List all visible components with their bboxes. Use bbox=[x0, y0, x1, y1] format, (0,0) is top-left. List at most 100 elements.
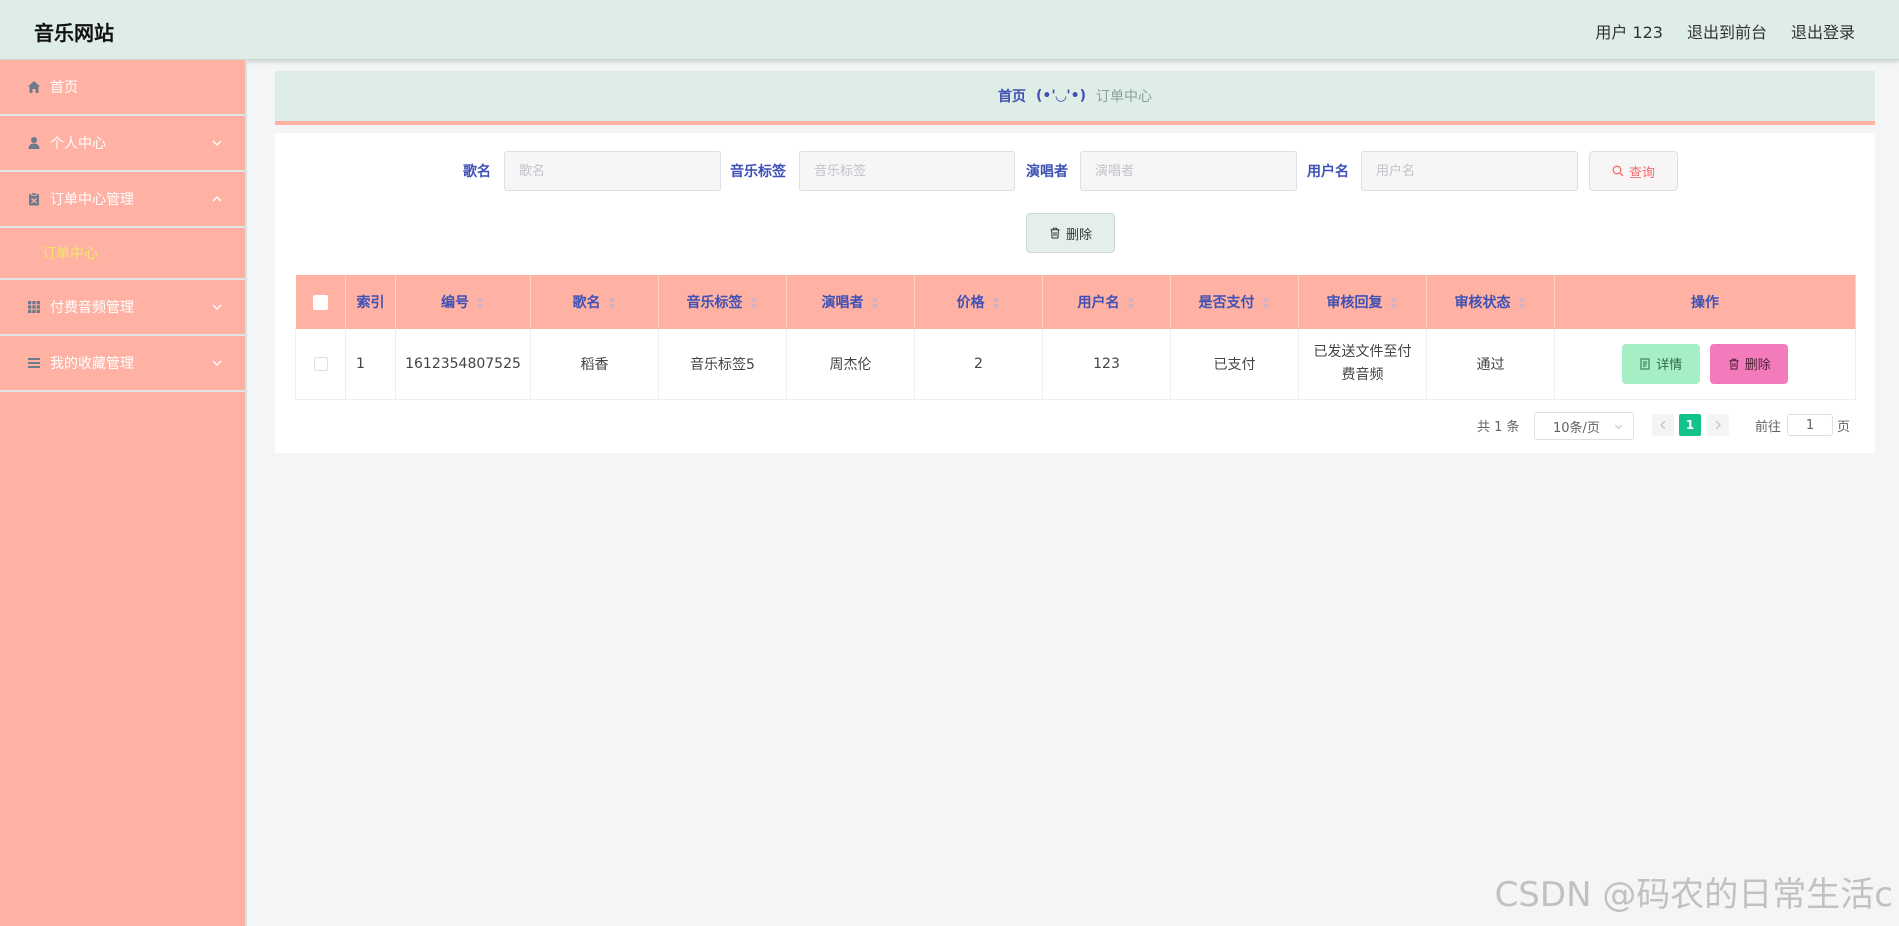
breadcrumb-current: 订单中心 bbox=[1096, 89, 1153, 105]
cell-price: 2 bbox=[914, 329, 1043, 400]
col-actions: 操作 bbox=[1554, 275, 1856, 329]
list-icon bbox=[26, 355, 42, 371]
page-number-current[interactable]: 1 bbox=[1679, 414, 1701, 436]
sidebar-item-label: 个人中心 bbox=[50, 136, 106, 152]
breadcrumb: 首页 (•'◡'•) 订单中心 bbox=[275, 71, 1875, 121]
select-all-checkbox[interactable] bbox=[312, 294, 328, 310]
cell-index: 1 bbox=[345, 329, 396, 400]
goto-page-input[interactable] bbox=[1787, 414, 1833, 436]
username-input[interactable] bbox=[1361, 151, 1578, 191]
sidebar-item-label: 首页 bbox=[50, 80, 78, 96]
sort-icon[interactable] bbox=[749, 296, 759, 310]
cell-song: 稻香 bbox=[530, 329, 659, 400]
col-username[interactable]: 用户名 bbox=[1042, 275, 1171, 329]
trash-icon bbox=[1050, 227, 1060, 239]
watermark: CSDN @码农的日常生活c bbox=[1494, 875, 1893, 915]
home-icon bbox=[26, 79, 42, 95]
top-header: 音乐网站 用户 123 退出到前台 退出登录 bbox=[0, 0, 1899, 60]
orders-table: 索引 编号 歌名 音乐标签 演唱者 价格 用户名 是否支付 审核回复 审核状态 … bbox=[295, 275, 1856, 400]
chevron-down-icon bbox=[1614, 424, 1623, 430]
chevron-down-icon bbox=[212, 140, 222, 146]
select-all-cell bbox=[295, 275, 346, 329]
col-tag[interactable]: 音乐标签 bbox=[658, 275, 787, 329]
sidebar: 首页 个人中心 订单中心管理 订单中心 付费音频管理 我的收藏管理 bbox=[0, 60, 247, 926]
col-price[interactable]: 价格 bbox=[914, 275, 1043, 329]
header-actions: 用户 123 退出到前台 退出登录 bbox=[1595, 19, 1855, 43]
sidebar-item-favorites[interactable]: 我的收藏管理 bbox=[0, 336, 245, 392]
goto-label: 前往 bbox=[1755, 420, 1782, 435]
breadcrumb-home[interactable]: 首页 bbox=[998, 86, 1026, 106]
main-panel: 歌名 音乐标签 演唱者 用户名 查询 删除 索引 编号 歌名 音乐标签 演唱者 bbox=[275, 133, 1875, 453]
chevron-right-icon bbox=[1715, 420, 1721, 430]
chevron-left-icon bbox=[1660, 420, 1666, 430]
tag-label: 音乐标签 bbox=[730, 164, 786, 180]
sidebar-item-label: 付费音频管理 bbox=[50, 300, 134, 316]
col-number[interactable]: 编号 bbox=[395, 275, 531, 329]
sort-icon[interactable] bbox=[1261, 296, 1271, 310]
batch-delete-label: 删除 bbox=[1065, 227, 1092, 243]
row-checkbox[interactable] bbox=[313, 356, 328, 371]
sidebar-item-label: 我的收藏管理 bbox=[50, 356, 134, 372]
sort-icon[interactable] bbox=[1389, 296, 1399, 310]
sidebar-item-order-management[interactable]: 订单中心管理 bbox=[0, 172, 245, 228]
tag-input[interactable] bbox=[799, 151, 1015, 191]
site-title: 音乐网站 bbox=[34, 21, 114, 45]
col-paid[interactable]: 是否支付 bbox=[1170, 275, 1299, 329]
clipboard-icon bbox=[26, 191, 42, 207]
batch-delete-button[interactable]: 删除 bbox=[1026, 213, 1115, 253]
singer-input[interactable] bbox=[1080, 151, 1297, 191]
sidebar-item-paid-audio[interactable]: 付费音频管理 bbox=[0, 280, 245, 336]
chevron-up-icon bbox=[212, 196, 222, 202]
cell-tag: 音乐标签5 bbox=[658, 329, 787, 400]
pagination: 共 1 条 10条/页 1 前往 页 bbox=[275, 412, 1875, 440]
row-delete-button[interactable]: 删除 bbox=[1710, 343, 1789, 384]
document-icon bbox=[1640, 358, 1650, 370]
chevron-down-icon bbox=[212, 360, 222, 366]
chevron-down-icon bbox=[212, 304, 222, 310]
col-reply[interactable]: 审核回复 bbox=[1298, 275, 1427, 329]
col-song[interactable]: 歌名 bbox=[530, 275, 659, 329]
query-button-label: 查询 bbox=[1628, 165, 1655, 181]
query-button[interactable]: 查询 bbox=[1589, 151, 1678, 191]
sort-icon[interactable] bbox=[475, 296, 485, 310]
page-size-select[interactable]: 10条/页 bbox=[1534, 412, 1634, 440]
prev-page-button[interactable] bbox=[1652, 414, 1674, 436]
cell-paid: 已支付 bbox=[1170, 329, 1299, 400]
next-page-button[interactable] bbox=[1707, 414, 1729, 436]
trash-icon bbox=[1729, 358, 1739, 370]
back-to-front-link[interactable]: 退出到前台 bbox=[1687, 19, 1767, 43]
cell-singer: 周杰伦 bbox=[786, 329, 915, 400]
sort-icon[interactable] bbox=[607, 296, 617, 310]
row-select-cell bbox=[295, 329, 346, 400]
user-icon bbox=[26, 135, 42, 151]
table-header-row: 索引 编号 歌名 音乐标签 演唱者 价格 用户名 是否支付 审核回复 审核状态 … bbox=[295, 275, 1856, 329]
sidebar-item-home[interactable]: 首页 bbox=[0, 60, 245, 116]
search-form: 歌名 音乐标签 演唱者 用户名 查询 bbox=[275, 151, 1875, 191]
col-index: 索引 bbox=[345, 275, 396, 329]
logout-link[interactable]: 退出登录 bbox=[1791, 19, 1855, 43]
col-singer[interactable]: 演唱者 bbox=[786, 275, 915, 329]
detail-button[interactable]: 详情 bbox=[1621, 343, 1700, 384]
sidebar-subitem-order-center[interactable]: 订单中心 bbox=[0, 228, 245, 280]
col-status[interactable]: 审核状态 bbox=[1426, 275, 1555, 329]
pagination-total: 共 1 条 bbox=[1477, 420, 1520, 435]
username-label: 用户名 bbox=[1307, 164, 1349, 180]
sort-icon[interactable] bbox=[1126, 296, 1136, 310]
table-row: 1 1612354807525 稻香 音乐标签5 周杰伦 2 123 已支付 已… bbox=[295, 329, 1856, 400]
cell-actions: 详情 删除 bbox=[1554, 329, 1856, 400]
cell-username: 123 bbox=[1042, 329, 1171, 400]
page-size-value: 10条/页 bbox=[1553, 420, 1600, 436]
breadcrumb-separator: (•'◡'•) bbox=[1035, 88, 1087, 104]
cell-reply: 已发送文件至付费音频 bbox=[1298, 329, 1427, 400]
sort-icon[interactable] bbox=[991, 296, 1001, 310]
sort-icon[interactable] bbox=[1517, 296, 1527, 310]
song-input[interactable] bbox=[504, 151, 721, 191]
sort-icon[interactable] bbox=[870, 296, 880, 310]
cell-number: 1612354807525 bbox=[395, 329, 531, 400]
goto-suffix: 页 bbox=[1837, 420, 1851, 435]
cell-status: 通过 bbox=[1426, 329, 1555, 400]
sidebar-item-personal-center[interactable]: 个人中心 bbox=[0, 116, 245, 172]
singer-label: 演唱者 bbox=[1026, 164, 1068, 180]
current-user[interactable]: 用户 123 bbox=[1595, 19, 1663, 43]
song-label: 歌名 bbox=[463, 164, 491, 180]
